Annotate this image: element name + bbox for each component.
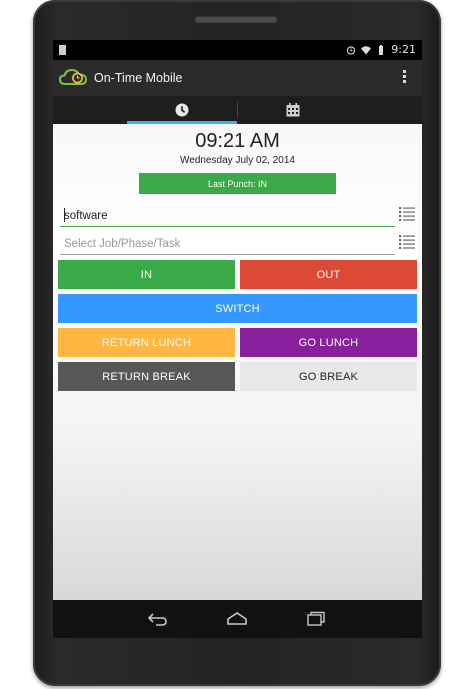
punch-screen: 09:21 AM Wednesday July 02, 2014 Last Pu… <box>53 124 422 600</box>
alarm-icon <box>347 45 356 55</box>
app-title: On-Time Mobile <box>94 71 183 85</box>
status-time: 9:21 <box>391 43 416 56</box>
home-icon[interactable] <box>226 611 248 627</box>
status-icons: 9:21 <box>346 43 416 56</box>
job-input[interactable] <box>60 233 399 255</box>
tab-calendar[interactable] <box>238 96 348 124</box>
switch-button[interactable]: SWITCH <box>58 294 417 323</box>
punch-in-button[interactable]: IN <box>58 260 235 289</box>
recent-apps-icon[interactable] <box>305 611 327 627</box>
calendar-icon <box>286 103 300 117</box>
last-punch-banner: Last Punch: IN <box>139 173 336 194</box>
screen: 9:21 On-Time Mobile 09:21 AM Wednesday J… <box>53 40 422 600</box>
clock-icon <box>175 103 189 117</box>
tab-clock[interactable] <box>127 96 237 124</box>
status-bar: 9:21 <box>53 40 422 60</box>
wifi-icon <box>361 45 372 54</box>
current-date: Wednesday July 02, 2014 <box>180 155 295 166</box>
back-icon[interactable] <box>147 611 169 627</box>
department-input[interactable] <box>60 205 399 227</box>
on-time-logo-icon <box>59 68 88 85</box>
current-time: 09:21 AM <box>195 130 280 152</box>
job-field[interactable] <box>60 232 399 255</box>
overflow-menu-icon[interactable] <box>402 70 408 86</box>
return-lunch-button[interactable]: RETURN LUNCH <box>58 328 235 357</box>
department-field[interactable] <box>60 204 399 227</box>
punch-out-button[interactable]: OUT <box>240 260 417 289</box>
sd-card-icon <box>59 45 66 55</box>
return-break-button[interactable]: RETURN BREAK <box>58 362 235 391</box>
tab-bar <box>53 96 422 124</box>
job-list-icon[interactable] <box>399 235 415 249</box>
go-lunch-button[interactable]: GO LUNCH <box>240 328 417 357</box>
text-cursor <box>64 208 65 222</box>
speaker-grille <box>194 15 278 23</box>
battery-icon <box>379 44 384 55</box>
action-bar: On-Time Mobile <box>53 60 422 96</box>
department-list-icon[interactable] <box>399 207 415 221</box>
navigation-bar <box>53 600 422 638</box>
go-break-button[interactable]: GO BREAK <box>240 362 417 391</box>
